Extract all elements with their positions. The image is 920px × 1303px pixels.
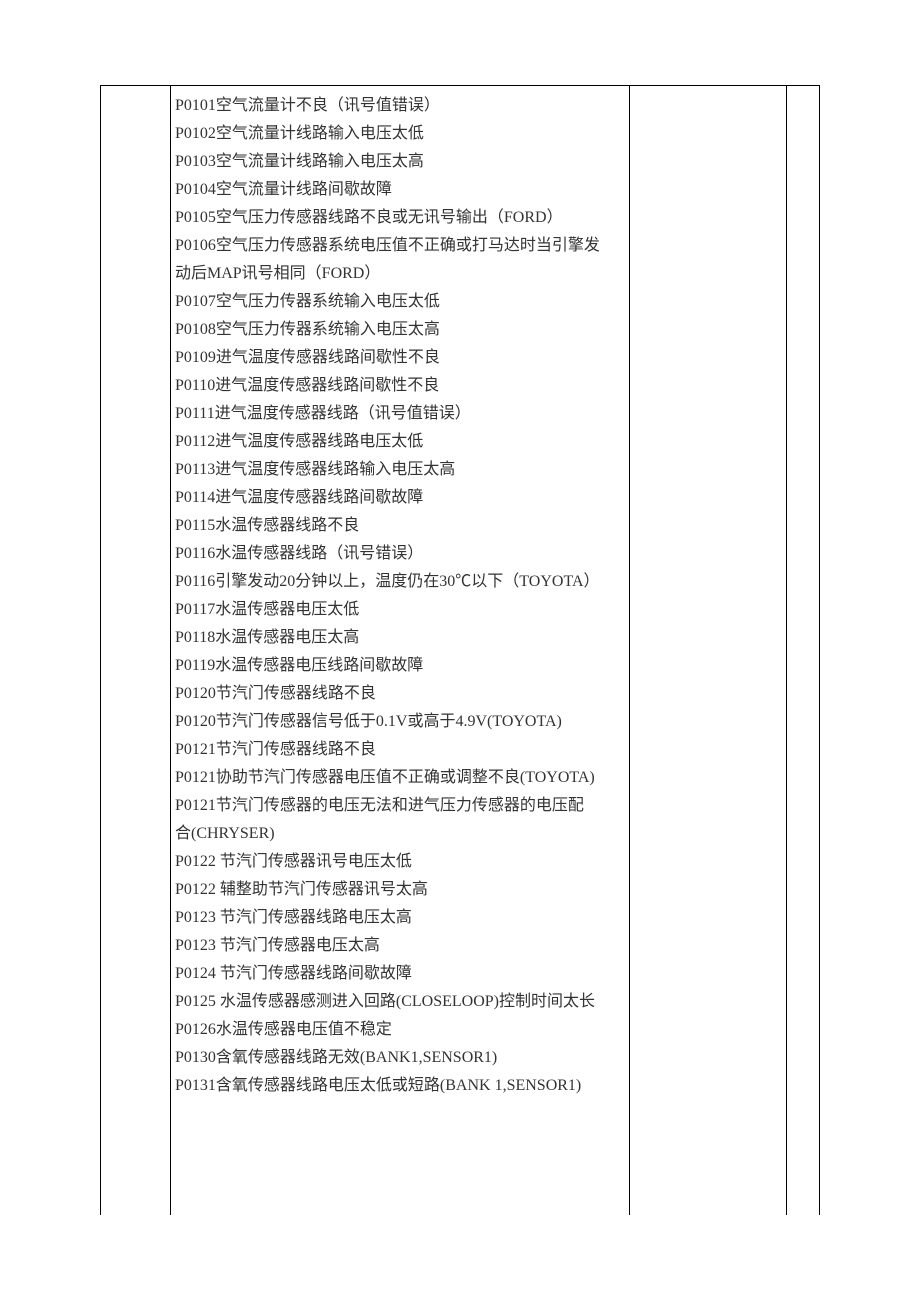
code-line: P0117水温传感器电压太低 (175, 596, 625, 624)
code-line: P0121协助节汽门传感器电压值不正确或调整不良(TOYOTA) (175, 764, 625, 792)
table-col-2: P0101空气流量计不良（讯号值错误）P0102空气流量计线路输入电压太低P01… (170, 86, 629, 1215)
code-line: P0130含氧传感器线路无效(BANK1,SENSOR1) (175, 1044, 625, 1072)
code-line: P0116引擎发动20分钟以上，温度仍在30℃以下（TOYOTA） (175, 568, 625, 596)
code-line: P0123 节汽门传感器线路电压太高 (175, 904, 625, 932)
code-line: P0116水温传感器线路（讯号错误） (175, 540, 625, 568)
code-line: P0113进气温度传感器线路输入电压太高 (175, 456, 625, 484)
code-line: P0119水温传感器电压线路间歇故障 (175, 652, 625, 680)
document-page: P0101空气流量计不良（讯号值错误）P0102空气流量计线路输入电压太低P01… (0, 0, 920, 1303)
code-line: P0122 辅整助节汽门传感器讯号太高 (175, 876, 625, 904)
code-line: P0124 节汽门传感器线路间歇故障 (175, 960, 625, 988)
code-line: P0121节汽门传感器线路不良 (175, 736, 625, 764)
code-line: P0104空气流量计线路间歇故障 (175, 176, 625, 204)
code-line: P0118水温传感器电压太高 (175, 624, 625, 652)
code-line: 动后MAP讯号相同（FORD） (175, 260, 625, 288)
code-line: P0120节汽门传感器线路不良 (175, 680, 625, 708)
code-line: P0123 节汽门传感器电压太高 (175, 932, 625, 960)
code-line: P0115水温传感器线路不良 (175, 512, 625, 540)
code-line: P0109进气温度传感器线路间歇性不良 (175, 344, 625, 372)
code-line: 合(CHRYSER) (175, 820, 625, 848)
code-line: P0131含氧传感器线路电压太低或短路(BANK 1,SENSOR1) (175, 1072, 625, 1100)
code-line: P0102空气流量计线路输入电压太低 (175, 120, 625, 148)
table-col-1 (100, 86, 170, 1215)
table-col-4 (786, 86, 819, 1215)
code-table: P0101空气流量计不良（讯号值错误）P0102空气流量计线路输入电压太低P01… (100, 85, 820, 1215)
code-line: P0110进气温度传感器线路间歇性不良 (175, 372, 625, 400)
code-line: P0111进气温度传感器线路（讯号值错误） (175, 400, 625, 428)
code-line: P0126水温传感器电压值不稳定 (175, 1016, 625, 1044)
code-line: P0114进气温度传感器线路间歇故障 (175, 484, 625, 512)
code-line: P0120节汽门传感器信号低于0.1V或高于4.9V(TOYOTA) (175, 708, 625, 736)
code-line: P0112进气温度传感器线路电压太低 (175, 428, 625, 456)
code-line: P0105空气压力传感器线路不良或无讯号输出（FORD） (175, 204, 625, 232)
table-col-3 (629, 86, 786, 1215)
code-line: P0108空气压力传器系统输入电压太高 (175, 316, 625, 344)
code-line: P0107空气压力传器系统输入电压太低 (175, 288, 625, 316)
code-line: P0106空气压力传感器系统电压值不正确或打马达时当引擎发 (175, 232, 625, 260)
code-line: P0122 节汽门传感器讯号电压太低 (175, 848, 625, 876)
code-line: P0101空气流量计不良（讯号值错误） (175, 92, 625, 120)
code-line: P0121节汽门传感器的电压无法和进气压力传感器的电压配 (175, 792, 625, 820)
code-line: P0125 水温传感器感测进入回路(CLOSELOOP)控制时间太长 (175, 988, 625, 1016)
code-line: P0103空气流量计线路输入电压太高 (175, 148, 625, 176)
